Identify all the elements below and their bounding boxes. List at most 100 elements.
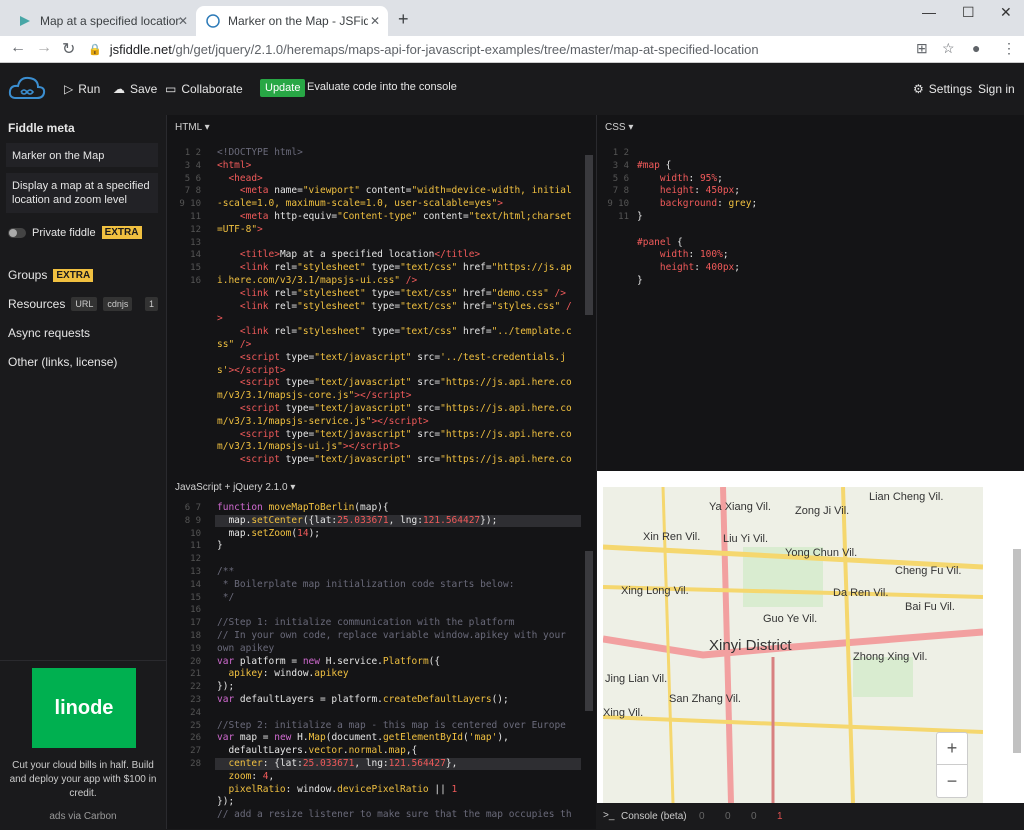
console-count-info: 0 — [725, 811, 731, 822]
map-label: Xin Ren Vil. — [643, 531, 701, 543]
jsfiddle-logo-icon[interactable] — [8, 74, 46, 102]
map-label: Jing Lian Vil. — [605, 673, 668, 685]
sidebar-item-async[interactable]: Async requests — [8, 326, 90, 340]
menu-icon[interactable]: ⋮ — [1002, 40, 1016, 57]
console-bar[interactable]: >_ Console (beta) 0 0 0 1 — [597, 803, 1024, 829]
ads-via-carbon[interactable]: ads via Carbon — [0, 811, 166, 822]
new-tab-button[interactable]: + — [398, 9, 409, 30]
html-panel-title[interactable]: HTML ▾ — [175, 122, 210, 133]
zoom-in-button[interactable]: + — [937, 733, 967, 765]
html-scrollbar[interactable] — [585, 155, 593, 315]
tab-title: Map at a specified location - M — [40, 14, 180, 28]
jsfiddle-toolbar: ▷ Run ☁ Save ▭ Collaborate Update Evaluate … — [0, 63, 1024, 115]
ad-text[interactable]: Cut your cloud bills in half. Build and … — [8, 759, 158, 801]
cloud-upload-icon: ☁ — [113, 82, 125, 96]
run-button[interactable]: ▷ Run — [64, 82, 100, 96]
html-title-label: HTML — [175, 122, 202, 133]
result-panel: Lian Cheng Vil. Ya Xiang Vil. Zong Ji Vi… — [597, 471, 1024, 803]
extra-badge: EXTRA — [101, 226, 142, 239]
css-code-editor[interactable]: #map { width: 95%; height: 450px; backgr… — [637, 147, 757, 288]
map-label: Xinyi District — [709, 637, 792, 654]
forward-icon[interactable]: → — [36, 39, 52, 57]
console-count-log: 0 — [699, 811, 705, 822]
url-field[interactable]: 🔒 jsfiddle.net/gh/get/jquery/2.1.0/herem… — [88, 38, 908, 60]
browser-tab-bar: Map at a specified location - M ✕ Marker… — [0, 0, 1024, 36]
minimize-icon[interactable]: — — [922, 4, 936, 20]
run-label: Run — [78, 82, 101, 96]
chat-icon: ▭ — [165, 82, 177, 96]
groups-label: Groups — [8, 268, 48, 282]
url-path: /gh/get/jquery/2.1.0/heremaps/maps-api-f… — [171, 41, 759, 57]
close-icon[interactable]: ✕ — [178, 14, 188, 28]
sign-in-link[interactable]: Sign in — [978, 82, 1015, 96]
map-label: Liu Yi Vil. — [723, 533, 769, 545]
profile-icon[interactable]: ● — [972, 40, 980, 56]
sidebar: Fiddle meta Marker on the Map Display a … — [0, 115, 166, 829]
fiddle-title-field[interactable]: Marker on the Map — [6, 143, 158, 167]
js-title-label: JavaScript + jQuery 2.1.0 — [175, 482, 288, 493]
play-icon: ▷ — [64, 82, 74, 96]
map-label: Zong Ji Vil. — [795, 505, 850, 517]
css-title-label: CSS — [605, 122, 626, 133]
console-count-warn: 0 — [751, 811, 757, 822]
line-numbers: 1 2 3 4 5 6 7 8 9 10 11 — [607, 148, 629, 222]
sidebar-item-groups[interactable]: Groups EXTRA — [8, 268, 94, 282]
map-label: Guo Ye Vil. — [763, 613, 818, 625]
tab-title: Marker on the Map - JSFiddle - — [228, 14, 368, 28]
jsfiddle-favicon-icon — [20, 16, 30, 26]
fiddle-description-field[interactable]: Display a map at a specified location an… — [6, 173, 158, 213]
map-label: Cheng Fu Vil. — [895, 565, 962, 577]
linode-logo[interactable]: linode — [32, 668, 136, 748]
zoom-out-button[interactable]: − — [937, 765, 967, 797]
sidebar-item-other[interactable]: Other (links, license) — [8, 355, 117, 369]
maximize-icon[interactable]: ☐ — [962, 4, 975, 21]
map-label: San Zhang Vil. — [669, 693, 741, 705]
css-panel: CSS ▾ 1 2 3 4 5 6 7 8 9 10 11 #map { wid… — [596, 115, 1024, 471]
settings-label: Settings — [928, 82, 973, 96]
js-panel: JavaScript + jQuery 2.1.0 ▾ 6 7 8 9 10 1… — [166, 471, 596, 829]
settings-button[interactable]: ⚙ Settings — [913, 82, 972, 96]
star-icon[interactable]: ☆ — [942, 40, 955, 57]
ad-brand: linode — [54, 696, 114, 719]
reload-icon[interactable]: ↻ — [62, 39, 75, 59]
map-label: Ya Xiang Vil. — [709, 501, 771, 513]
lock-icon: 🔒 — [88, 43, 102, 56]
resources-label: Resources — [8, 297, 66, 311]
js-panel-title[interactable]: JavaScript + jQuery 2.1.0 ▾ — [175, 482, 295, 493]
map-label: Xing Long Vil. — [621, 585, 689, 597]
html-code-editor[interactable]: <!DOCTYPE html> <html> <head> <meta name… — [217, 147, 572, 467]
browser-tab-2[interactable]: Marker on the Map - JSFiddle - ✕ — [196, 6, 388, 36]
save-label: Save — [130, 82, 158, 96]
js-code-editor[interactable]: function moveMapToBerlin(map){ map.setCe… — [217, 502, 572, 822]
back-icon[interactable]: ← — [10, 39, 26, 57]
map-label: Xing Vil. — [603, 707, 644, 719]
collaborate-button[interactable]: ▭ Collaborate — [165, 82, 243, 96]
sidebar-item-resources[interactable]: Resources URL cdnjs 1 — [8, 297, 158, 311]
translate-icon[interactable]: ⊞ — [916, 40, 928, 57]
result-scrollbar[interactable] — [1013, 549, 1021, 753]
browser-tab-1[interactable]: Map at a specified location - M ✕ — [8, 6, 196, 36]
close-window-icon[interactable]: ✕ — [1000, 4, 1012, 21]
private-fiddle-toggle[interactable]: Private fiddle EXTRA — [8, 226, 142, 239]
evaluate-toggle-label[interactable]: Evaluate code into the console — [307, 81, 457, 93]
save-button[interactable]: ☁ Save — [113, 82, 157, 96]
carbon-ad[interactable]: linode Cut your cloud bills in half. Bui… — [0, 660, 166, 830]
map-label: Da Ren Vil. — [833, 587, 889, 599]
sliders-icon: ⚙ — [913, 82, 924, 96]
map-label: Lian Cheng Vil. — [869, 491, 944, 503]
update-button[interactable]: Update — [260, 79, 306, 97]
html-panel: HTML ▾ 1 2 3 4 5 6 7 8 9 10 11 12 13 14 … — [166, 115, 596, 471]
console-title[interactable]: Console (beta) — [621, 811, 687, 822]
js-scrollbar[interactable] — [585, 551, 593, 711]
here-map[interactable]: Lian Cheng Vil. Ya Xiang Vil. Zong Ji Vi… — [603, 487, 983, 803]
css-panel-title[interactable]: CSS ▾ — [605, 122, 633, 133]
console-count-error: 1 — [777, 811, 783, 822]
zoom-control: + − — [936, 732, 968, 798]
url-pill[interactable]: URL — [71, 297, 98, 311]
map-label: Bai Fu Vil. — [905, 601, 955, 613]
cdnjs-pill[interactable]: cdnjs — [103, 297, 133, 311]
toggle-switch[interactable] — [8, 227, 26, 238]
close-icon[interactable]: ✕ — [370, 14, 380, 28]
map-label: Yong Chun Vil. — [785, 547, 858, 559]
extra-badge: EXTRA — [53, 268, 94, 282]
